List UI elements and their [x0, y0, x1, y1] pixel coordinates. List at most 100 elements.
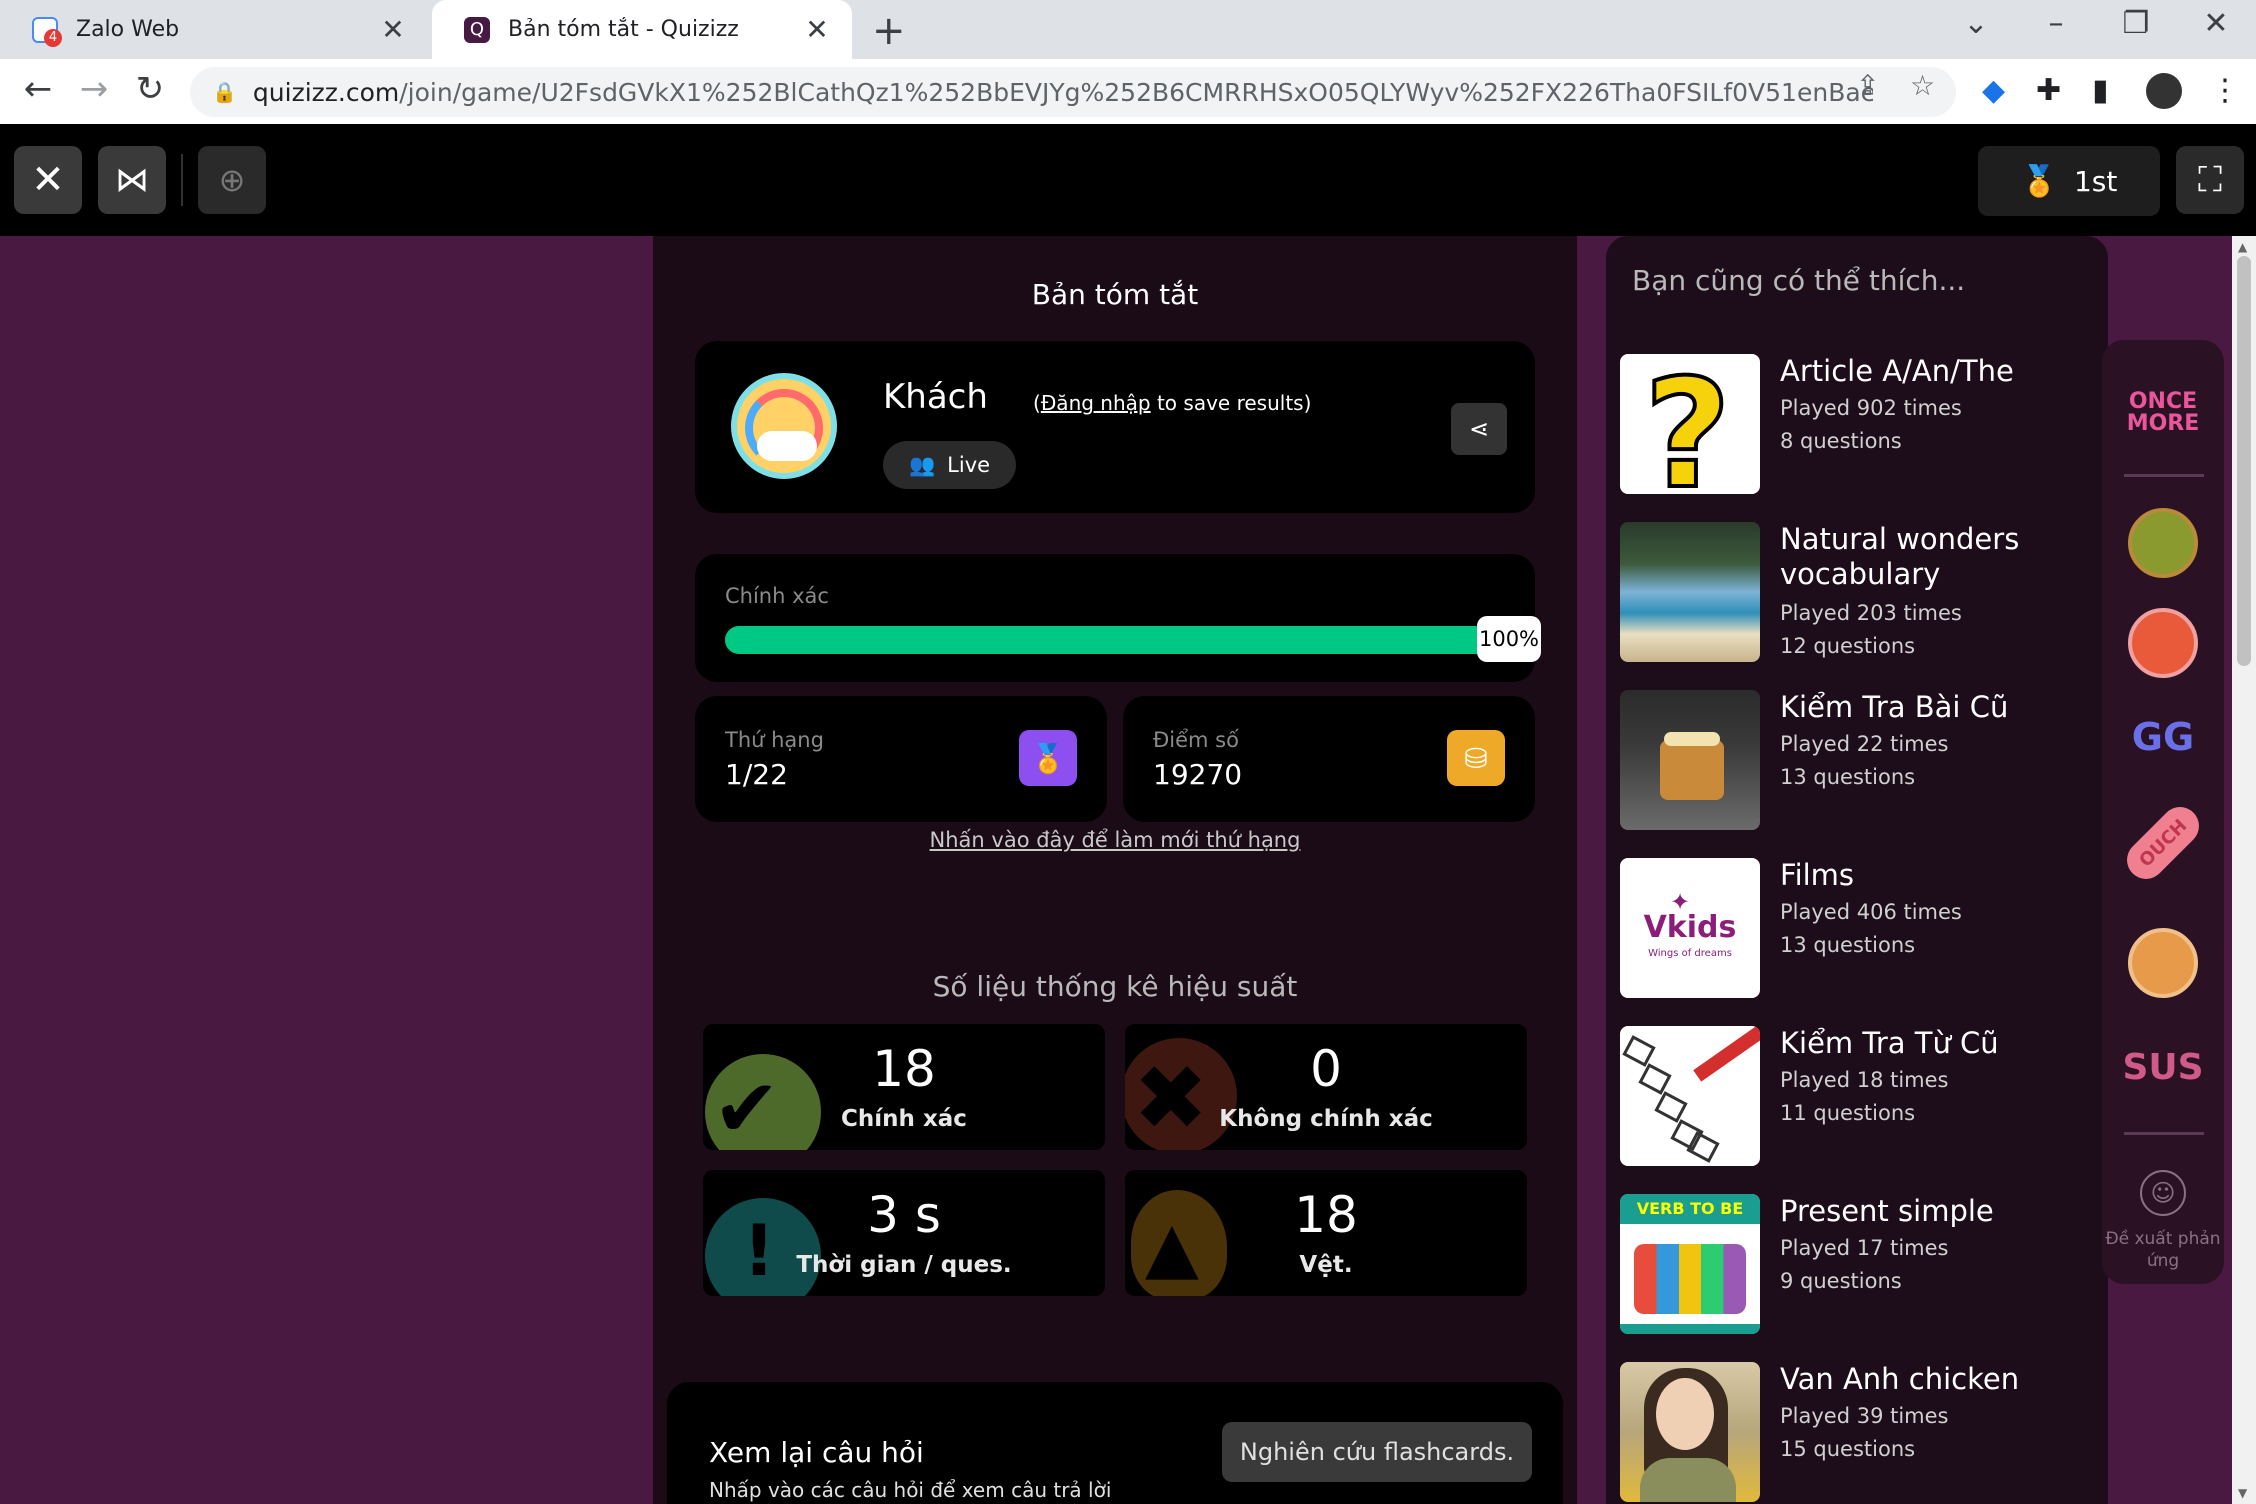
reaction-flower-sticker[interactable] [2120, 500, 2206, 586]
zoom-button[interactable]: ⊕ [198, 146, 266, 214]
score-card: Điểm số 19270 ⛁ [1123, 696, 1535, 822]
close-tab-icon[interactable]: ✕ [802, 13, 832, 46]
study-flashcards-button[interactable]: Nghiên cứu flashcards. [1222, 1422, 1532, 1482]
restore-icon[interactable]: ❐ [2106, 6, 2166, 41]
close-tab-icon[interactable]: ✕ [378, 13, 408, 46]
incorrect-label: Không chính xác [1219, 1106, 1433, 1132]
tab-title: Bản tóm tắt - Quizizz [508, 17, 739, 42]
recommendations-panel: Bạn cũng có thể thích... ? Article A/An/… [1606, 236, 2108, 1504]
lock-icon: 🔒 [212, 80, 237, 104]
accuracy-label: Chính xác [725, 584, 829, 608]
quiz-title: Kiểm Tra Từ Cũ [1780, 1026, 1999, 1060]
review-subtitle: Nhấp vào các câu hỏi để xem câu trả lời [709, 1478, 1112, 1502]
scrollbar-thumb[interactable] [2237, 256, 2251, 666]
quiz-title: Films [1780, 858, 1855, 892]
login-link[interactable]: Đăng nhập [1041, 391, 1151, 415]
summary-panel: Bản tóm tắt Khách (Đăng nhập to save res… [653, 236, 1577, 1504]
reaction-crying-face-sticker[interactable] [2120, 920, 2206, 1006]
save-results-text: (Đăng nhập to save results) [1033, 391, 1311, 415]
close-quiz-button[interactable]: ✕ [14, 146, 82, 214]
share-icon: ⋖ [1468, 415, 1490, 443]
bookmark-star-icon[interactable]: ☆ [1910, 69, 1935, 102]
scroll-up-icon[interactable]: ▲ [2238, 240, 2247, 254]
quiz-play-count: Played 22 times [1780, 732, 1949, 756]
recommended-quiz[interactable]: VERB TO BE Present simple Played 17 time… [1620, 1194, 2090, 1336]
fullscreen-button[interactable]: ⛶ [2176, 146, 2244, 214]
reaction-ouch[interactable]: OUCH [2119, 799, 2207, 887]
coins-icon: ⛁ [1447, 730, 1505, 786]
player-card: Khách (Đăng nhập to save results) 👥 Live… [695, 341, 1535, 513]
quiz-question-count: 13 questions [1780, 933, 1916, 957]
rank-label: Thứ hạng [725, 728, 824, 752]
page-scrollbar[interactable]: ▲ ▼ [2232, 236, 2256, 1504]
recommended-quiz[interactable]: Natural wonders vocabulary Played 203 ti… [1620, 522, 2090, 664]
reaction-label: OUCH [2134, 815, 2191, 872]
quiz-thumbnail: VERB TO BE [1620, 1194, 1760, 1334]
accuracy-card: Chính xác 100% [695, 554, 1541, 682]
forward-icon[interactable]: → [72, 69, 116, 109]
reaction-sus[interactable]: SUS [2120, 1024, 2206, 1110]
quiz-question-count: 15 questions [1780, 1437, 1916, 1461]
correct-count: 18 [872, 1040, 936, 1098]
rank-card: Thứ hạng 1/22 🏅 [695, 696, 1107, 822]
reaction-gg[interactable]: GG [2120, 694, 2206, 780]
new-tab-icon[interactable]: + [872, 8, 906, 54]
suggest-reaction-label: Đề xuất phản ứng [2105, 1229, 2221, 1271]
extensions-puzzle-icon[interactable]: ✚ [2036, 73, 2061, 108]
address-bar[interactable]: 🔒 quizizz.com/join/game/U2FsdGVkX1%252Bl… [190, 67, 1956, 117]
thumbnail-logo-text: Vkids [1643, 910, 1737, 945]
tab-zalo[interactable]: 4 Zalo Web ✕ [0, 0, 428, 59]
quiz-play-count: Played 902 times [1780, 396, 1962, 420]
recommended-quiz[interactable]: ✦ Vkids Wings of dreams Films Played 406… [1620, 858, 2090, 1000]
reaction-label: ONCE MORE [2126, 389, 2200, 436]
quiz-header: ✕ ⋈ ⊕ 🏅 1st ⛶ [0, 124, 2256, 236]
url-path: /join/game/U2FsdGVkX1%252BlCathQz1%252Bb… [399, 77, 1873, 107]
quiz-title: Kiểm Tra Bài Cũ [1780, 690, 2009, 724]
suggest-reaction-icon[interactable]: ☺ [2140, 1170, 2186, 1216]
thumbnail-tagline: Wings of dreams [1648, 948, 1732, 959]
theme-toggle-button[interactable]: ⋈ [98, 146, 166, 214]
accuracy-bar-fill [725, 626, 1515, 654]
recommended-quiz[interactable]: Van Anh chicken Played 39 times 15 quest… [1620, 1362, 2090, 1504]
quiz-title: Van Anh chicken [1780, 1362, 2020, 1396]
side-panel-icon[interactable]: ▮ [2092, 73, 2109, 108]
game-mode-badge: 👥 Live [883, 441, 1017, 489]
share-page-icon[interactable]: ⇪ [1856, 69, 1879, 102]
reaction-label: SUS [2122, 1046, 2204, 1088]
reaction-label: GG [2131, 715, 2195, 759]
tab-search-icon[interactable]: ⌄ [1946, 6, 2006, 41]
recommended-quiz[interactable]: ? Article A/An/The Played 902 times 8 qu… [1620, 354, 2090, 496]
reaction-once-more[interactable]: ONCE MORE [2120, 370, 2206, 456]
tab-title: Zalo Web [76, 17, 180, 42]
more-menu-icon[interactable]: ⋮ [2210, 73, 2240, 108]
reactions-sidebar: ONCE MORE GG OUCH SUS ☺ Đề xuất phản ứng [2102, 340, 2224, 1284]
share-button[interactable]: ⋖ [1451, 403, 1507, 455]
rank-value: 1/22 [725, 758, 788, 791]
browser-toolbar: ← → ↻ 🔒 quizizz.com/join/game/U2FsdGVkX1… [0, 59, 2256, 124]
extension-drop-icon[interactable]: ◆ [1982, 73, 2005, 108]
quiz-title: Article A/An/The [1780, 354, 2014, 388]
refresh-rank-link[interactable]: Nhấn vào đây để làm mới thứ hạng [653, 828, 1577, 852]
score-label: Điểm số [1153, 728, 1239, 752]
quiz-question-count: 12 questions [1780, 634, 1916, 658]
recommended-quiz[interactable]: Kiểm Tra Bài Cũ Played 22 times 13 quest… [1620, 690, 2090, 832]
reload-icon[interactable]: ↻ [128, 69, 172, 109]
time-per-question: 3 s [867, 1186, 941, 1244]
recommended-quiz[interactable]: Kiểm Tra Từ Cũ Played 18 times 11 questi… [1620, 1026, 2090, 1168]
streak-count: 18 [1294, 1186, 1358, 1244]
back-icon[interactable]: ← [16, 69, 60, 109]
incorrect-count: 0 [1310, 1040, 1342, 1098]
quiz-thumbnail: ? [1620, 354, 1760, 494]
tab-quizizz[interactable]: Q Bản tóm tắt - Quizizz ✕ [432, 0, 852, 59]
users-icon: 👥 [909, 452, 936, 477]
paren: ( [1033, 391, 1041, 415]
quiz-play-count: Played 406 times [1780, 900, 1962, 924]
accuracy-percent: 100% [1477, 616, 1541, 662]
close-window-icon[interactable]: ✕ [2186, 6, 2246, 41]
minimize-icon[interactable]: – [2026, 6, 2086, 41]
quiz-question-count: 13 questions [1780, 765, 1916, 789]
profile-avatar[interactable] [2146, 73, 2182, 109]
reaction-shouting-face-sticker[interactable] [2120, 600, 2206, 686]
scroll-down-icon[interactable]: ▼ [2238, 1486, 2247, 1500]
quiz-question-count: 9 questions [1780, 1269, 1902, 1293]
